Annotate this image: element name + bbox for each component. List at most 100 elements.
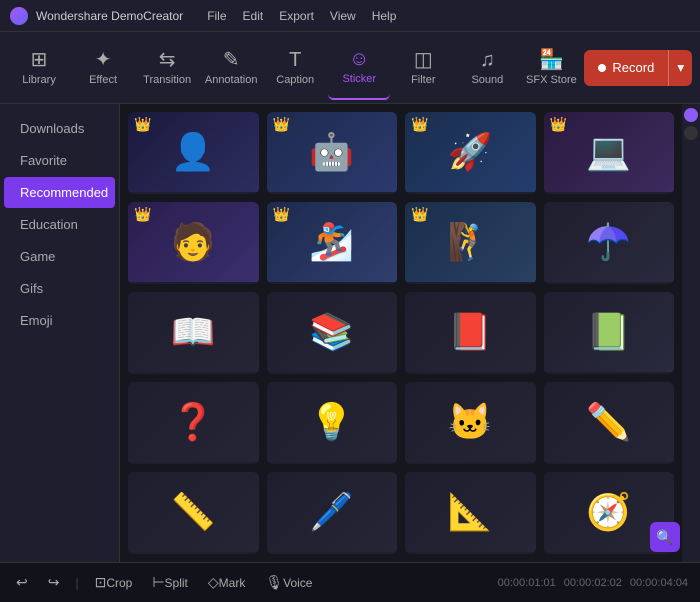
menu-help[interactable]: Help — [372, 9, 397, 23]
sticker-item-metaverse1[interactable]: 👑🏂Metaverse Illustrations 1 — [267, 202, 398, 284]
undo-button[interactable]: ↩ — [12, 570, 32, 595]
timestamp-1: 00:00:01:01 — [498, 577, 556, 589]
sticker-item-metaverse2[interactable]: 👑🧑Metaverse Illustrations 2 — [128, 202, 259, 284]
tool-filter[interactable]: ◫ Filter — [392, 36, 454, 100]
sticker-item-metaverse7[interactable]: 👑🚀Metaverse Illustrations 7 — [405, 112, 536, 194]
mark-icon: ◇ — [208, 574, 219, 591]
sticker-label: Puppy — [405, 462, 536, 464]
sticker-label: Tape measure — [128, 552, 259, 554]
sticker-label: Doubt — [128, 462, 259, 464]
voice-label: Voice — [283, 576, 312, 590]
sidebar-item-gifs[interactable]: Gifs — [4, 273, 115, 304]
sticker-item-pencil[interactable]: ✏️Pencil sharpener — [544, 382, 675, 464]
tool-library[interactable]: ⊞ Library — [8, 36, 70, 100]
sticker-item-book3[interactable]: 📚Book 3 — [267, 292, 398, 374]
tool-sfx[interactable]: 🏪 SFX Store — [520, 36, 582, 100]
sticker-grid: 👑👤Metaverse Illustrations 6👑🤖Metaverse I… — [120, 104, 682, 562]
sticker-label: Ruler — [405, 552, 536, 554]
crown-icon: 👑 — [134, 206, 151, 223]
sidebar-item-game[interactable]: Game — [4, 241, 115, 272]
sticker-item-metaverse6[interactable]: 👑👤Metaverse Illustrations 6 — [128, 112, 259, 194]
sidebar-item-recommended[interactable]: Recommended — [4, 177, 115, 208]
sidebar-item-emoji[interactable]: Emoji — [4, 305, 115, 336]
sidebar-item-favorite[interactable]: Favorite — [4, 145, 115, 176]
tool-sound[interactable]: ♫ Sound — [456, 36, 518, 100]
tool-filter-label: Filter — [411, 74, 435, 86]
sticker-emoji: 🧑 — [171, 224, 216, 260]
sticker-item-book4[interactable]: 📖 Book 4 — [128, 292, 259, 374]
sticker-label: Metaverse Illustrations 4 — [544, 192, 675, 194]
record-caret-button[interactable]: ▾ — [668, 50, 692, 86]
sticker-item-pen[interactable]: 🖊️Pen container — [267, 472, 398, 554]
menu-view[interactable]: View — [330, 9, 356, 23]
record-main-button[interactable]: Record — [584, 50, 668, 86]
sticker-label: Book 4 — [128, 372, 259, 374]
sticker-label: Metaverse Illustrations 6 — [128, 192, 259, 194]
sticker-item-ruler[interactable]: 📐Ruler — [405, 472, 536, 554]
tool-sound-label: Sound — [471, 74, 503, 86]
crop-button[interactable]: ⊡ Crop — [91, 570, 137, 595]
sticker-emoji: 📖 — [171, 314, 216, 350]
tool-caption[interactable]: T Caption — [264, 36, 326, 100]
right-panel — [682, 104, 700, 562]
sticker-label: Book 2 — [405, 372, 536, 374]
sticker-item-tape[interactable]: 📏Tape measure — [128, 472, 259, 554]
crop-icon: ⊡ — [95, 574, 107, 591]
sticker-emoji: 📕 — [448, 314, 493, 350]
voice-button[interactable]: 🎙 Voice — [261, 570, 316, 595]
sticker-item-land[interactable]: ☂️ Land — [544, 202, 675, 284]
sticker-label: Land — [544, 282, 675, 284]
sticker-item-doubt[interactable]: ❓Doubt — [128, 382, 259, 464]
search-button[interactable]: 🔍 — [650, 522, 680, 552]
tool-annotation[interactable]: ✎ Annotation — [200, 36, 262, 100]
sticker-label: Book 1 — [544, 372, 675, 374]
sticker-item-metaverse4[interactable]: 👑💻Metaverse Illustrations 4 — [544, 112, 675, 194]
filter-icon: ◫ — [414, 50, 433, 70]
tool-library-label: Library — [22, 74, 56, 86]
timestamp-2: 00:00:02:02 — [564, 577, 622, 589]
sticker-emoji: ☂️ — [586, 224, 631, 260]
record-button-group: Record ▾ — [584, 50, 692, 86]
tool-sticker[interactable]: ☺ Sticker — [328, 36, 390, 100]
menu-bar: File Edit Export View Help — [207, 9, 396, 23]
voice-icon: 🎙 — [265, 574, 283, 591]
sticker-emoji: 🧗 — [448, 224, 493, 260]
right-panel-btn-purple[interactable] — [684, 108, 698, 122]
crop-label: Crop — [106, 576, 132, 590]
sticker-label: Metaverse Illustrations 5 — [405, 282, 536, 284]
sticker-emoji: 🏂 — [309, 224, 354, 260]
menu-edit[interactable]: Edit — [243, 9, 264, 23]
sticker-label: Bulb — [267, 462, 398, 464]
tool-sfx-label: SFX Store — [526, 74, 577, 86]
sticker-item-metaverse5[interactable]: 👑🧗Metaverse Illustrations 5 — [405, 202, 536, 284]
tool-effect-label: Effect — [89, 74, 117, 86]
sticker-item-book2[interactable]: 📕 Book 2 — [405, 292, 536, 374]
sticker-item-bulb[interactable]: 💡Bulb — [267, 382, 398, 464]
sticker-item-metaverse3[interactable]: 👑🤖Metaverse Illustrations 3 — [267, 112, 398, 194]
sticker-icon: ☺ — [349, 49, 369, 69]
sticker-item-puppy[interactable]: 🐱Puppy — [405, 382, 536, 464]
sticker-emoji: 💻 — [586, 134, 631, 170]
split-icon: ⊢ — [152, 574, 164, 591]
tool-transition[interactable]: ⇆ Transition — [136, 36, 198, 100]
sticker-label: Metaverse Illustrations 7 — [405, 192, 536, 194]
split-button[interactable]: ⊢ Split — [148, 570, 192, 595]
effect-icon: ✦ — [95, 50, 112, 70]
sidebar-item-education[interactable]: Education — [4, 209, 115, 240]
record-dot-icon — [598, 64, 606, 72]
menu-export[interactable]: Export — [279, 9, 314, 23]
sticker-emoji: 🤖 — [309, 134, 354, 170]
caption-icon: T — [289, 50, 301, 70]
redo-button[interactable]: ↪ — [44, 570, 64, 595]
tool-annotation-label: Annotation — [205, 74, 258, 86]
tool-sticker-label: Sticker — [342, 73, 376, 85]
transition-icon: ⇆ — [159, 50, 176, 70]
mark-button[interactable]: ◇ Mark — [204, 570, 249, 595]
sticker-item-book1[interactable]: 📗Book 1 — [544, 292, 675, 374]
title-bar: Wondershare DemoCreator File Edit Export… — [0, 0, 700, 32]
sidebar-item-downloads[interactable]: Downloads — [4, 113, 115, 144]
menu-file[interactable]: File — [207, 9, 226, 23]
right-panel-btn-grey[interactable] — [684, 126, 698, 140]
undo-icon: ↩ — [16, 574, 28, 591]
tool-effect[interactable]: ✦ Effect — [72, 36, 134, 100]
